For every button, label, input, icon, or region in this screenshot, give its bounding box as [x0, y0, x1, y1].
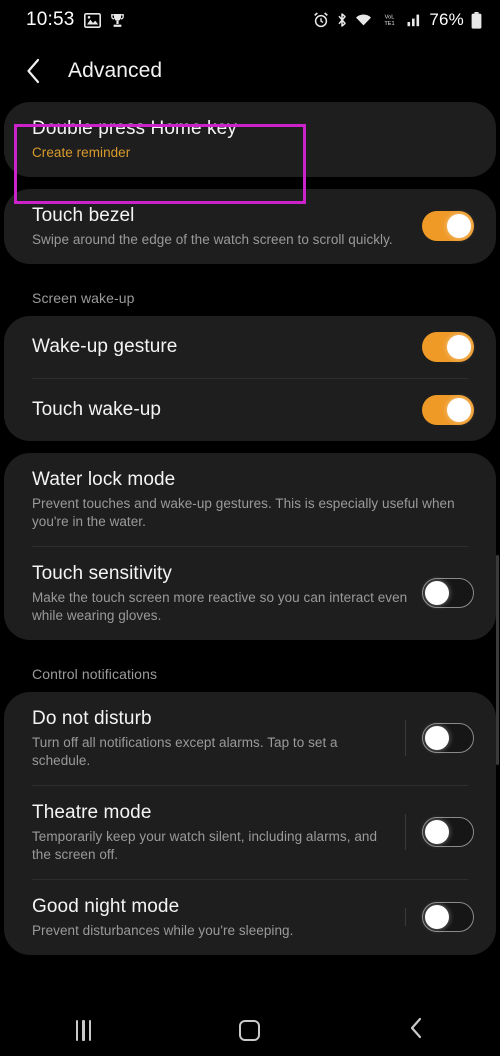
image-icon: [83, 12, 101, 28]
settings-row[interactable]: Good night mode Prevent disturbances whil…: [4, 880, 496, 955]
home-button[interactable]: [210, 1004, 290, 1056]
toggle-knob: [447, 214, 471, 238]
volte-icon: VoL TE1: [379, 12, 400, 28]
toggle-knob: [425, 905, 449, 929]
wifi-icon: [355, 13, 372, 27]
row-subtitle: Prevent touches and wake-up gestures. Th…: [32, 496, 455, 529]
row-title: Do not disturb: [32, 708, 152, 729]
section-header: Control notifications: [32, 666, 158, 682]
toggle-switch[interactable]: [422, 211, 474, 241]
row-title: Wake-up gesture: [32, 336, 178, 357]
system-navigation-bar: [0, 1004, 500, 1056]
app-bar: Advanced: [0, 40, 500, 102]
settings-list[interactable]: Double press Home key Create reminder Touc…: [0, 102, 500, 955]
row-text: Touch bezel Swipe around the edge of the …: [32, 203, 422, 249]
row-title: Double press Home key: [32, 118, 237, 139]
row-title: Theatre mode: [32, 802, 152, 823]
row-subtitle-action[interactable]: Create reminder: [32, 144, 460, 162]
page-title: Advanced: [68, 59, 163, 82]
status-clock: 10:53: [26, 9, 75, 30]
settings-row[interactable]: Do not disturb Turn off all notifications…: [4, 692, 496, 785]
bluetooth-icon: [336, 12, 348, 28]
toggle-knob: [447, 397, 471, 422]
row-title: Touch sensitivity: [32, 563, 173, 584]
vertical-scrollbar[interactable]: [496, 555, 499, 765]
back-icon: [409, 1017, 424, 1044]
row-text: Double press Home key Create reminder: [32, 116, 474, 162]
settings-row[interactable]: Water lock mode Prevent touches and wake-…: [4, 453, 496, 546]
toggle-switch[interactable]: [422, 331, 474, 362]
toggle-switch[interactable]: [422, 817, 474, 847]
row-text: Good night mode Prevent disturbances whil…: [32, 894, 405, 940]
toggle-switch[interactable]: [422, 578, 474, 608]
alarm-icon: [313, 12, 329, 28]
status-bar: 10:53 VoL TE1 76%: [0, 0, 500, 40]
row-title: Good night mode: [32, 896, 180, 917]
toggle-switch[interactable]: [422, 723, 474, 753]
row-text: Touch sensitivity Make the touch screen m…: [32, 561, 422, 625]
toggle-knob: [425, 581, 449, 605]
settings-row[interactable]: Wake-up gesture: [4, 316, 496, 378]
settings-group: Touch bezel Swipe around the edge of the …: [4, 189, 496, 264]
recents-icon: [75, 1019, 92, 1041]
toggle-knob: [425, 726, 449, 750]
control-divider: [405, 814, 406, 850]
status-bar-left: 10:53: [26, 9, 125, 31]
home-icon: [239, 1019, 261, 1041]
row-title: Touch wake-up: [32, 399, 162, 420]
settings-group: Double press Home key Create reminder: [4, 102, 496, 177]
row-subtitle: Turn off all notifications except alarms…: [32, 735, 338, 768]
status-bar-right: VoL TE1 76%: [313, 10, 482, 30]
row-text: Wake-up gesture: [32, 334, 422, 359]
row-text: Theatre mode Temporarily keep your watch …: [32, 800, 405, 864]
battery-percentage: 76%: [429, 10, 464, 29]
row-title: Water lock mode: [32, 469, 176, 490]
toggle-switch[interactable]: [422, 902, 474, 932]
control-divider: [405, 720, 406, 756]
recents-button[interactable]: [43, 1004, 123, 1056]
settings-row[interactable]: Touch wake-up: [4, 379, 496, 441]
row-subtitle: Make the touch screen more reactive so y…: [32, 590, 408, 623]
settings-group: Wake-up gesture Touch wake-up: [4, 316, 496, 441]
row-text: Do not disturb Turn off all notifications…: [32, 706, 405, 770]
row-subtitle: Prevent disturbances while you're sleepi…: [32, 923, 294, 938]
row-text: Water lock mode Prevent touches and wake-…: [32, 467, 474, 531]
toggle-knob: [447, 334, 471, 359]
toggle-switch[interactable]: [422, 394, 474, 425]
settings-row[interactable]: Touch bezel Swipe around the edge of the …: [4, 189, 496, 264]
battery-icon: [471, 11, 482, 29]
row-subtitle: Temporarily keep your watch silent, incl…: [32, 829, 378, 862]
row-title: Touch bezel: [32, 205, 135, 226]
settings-row[interactable]: Theatre mode Temporarily keep your watch …: [4, 786, 496, 879]
back-chevron-icon[interactable]: [26, 58, 46, 84]
toggle-knob: [425, 820, 449, 844]
back-button[interactable]: [377, 1004, 457, 1056]
trophy-icon: [110, 13, 125, 28]
section-header: Screen wake-up: [32, 290, 135, 306]
row-text: Touch wake-up: [32, 397, 422, 422]
control-divider: [405, 908, 406, 926]
signal-icon: [407, 13, 422, 27]
row-subtitle: Swipe around the edge of the watch scree…: [32, 232, 393, 247]
settings-group: Do not disturb Turn off all notifications…: [4, 692, 496, 955]
svg-text:TE1: TE1: [385, 21, 395, 27]
settings-row[interactable]: Touch sensitivity Make the touch screen m…: [4, 547, 496, 640]
settings-group: Water lock mode Prevent touches and wake-…: [4, 453, 496, 640]
svg-text:VoL: VoL: [385, 14, 395, 20]
settings-row[interactable]: Double press Home key Create reminder: [4, 102, 496, 177]
